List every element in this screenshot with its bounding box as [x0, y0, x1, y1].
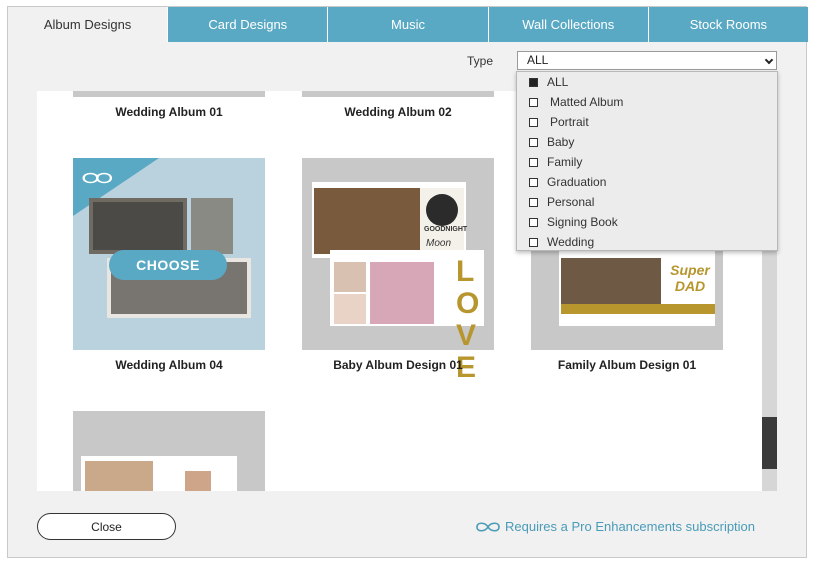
- tab-stock-rooms[interactable]: Stock Rooms: [647, 7, 809, 42]
- option-label: Matted Album: [550, 95, 624, 109]
- checkbox-checked-icon: [529, 77, 538, 87]
- option-label: Baby: [547, 135, 575, 149]
- design-dialog: Album Designs Card Designs Music Wall Co…: [7, 6, 809, 558]
- card-title: Baby Album Design 01: [333, 358, 463, 372]
- type-filter-label: Type: [467, 54, 494, 68]
- checkbox-icon: [529, 97, 538, 107]
- infinity-icon: [82, 172, 113, 184]
- option-wedding[interactable]: Wedding: [517, 232, 777, 252]
- option-label: Graduation: [547, 175, 607, 189]
- option-label: ALL: [547, 75, 569, 89]
- option-portrait[interactable]: Portrait: [517, 112, 777, 132]
- option-graduation[interactable]: Graduation: [517, 172, 777, 192]
- tab-music[interactable]: Music: [327, 7, 488, 42]
- baby-album-thumbnail[interactable]: GOODNIGHT Moon LOVE: [302, 158, 494, 384]
- chevron-down-icon: [764, 55, 774, 65]
- checkbox-icon: [529, 197, 538, 207]
- option-all[interactable]: ALL: [517, 72, 777, 92]
- option-family[interactable]: Family: [517, 152, 777, 172]
- infinity-icon: [476, 521, 500, 532]
- wedding-album-04-thumbnail[interactable]: CHOOSE: [73, 158, 265, 350]
- option-label: Portrait: [550, 115, 589, 129]
- card-thumbnail[interactable]: [73, 91, 265, 97]
- pro-subscription-note[interactable]: Requires a Pro Enhancements subscription: [475, 519, 755, 534]
- option-signing-book[interactable]: Signing Book: [517, 212, 777, 232]
- tab-bar: Album Designs Card Designs Music Wall Co…: [8, 7, 809, 42]
- close-button[interactable]: Close: [37, 513, 176, 540]
- option-personal[interactable]: Personal: [517, 192, 777, 212]
- tab-album-designs[interactable]: Album Designs: [8, 7, 168, 42]
- checkbox-icon: [529, 217, 538, 227]
- card-title: Wedding Album 01: [115, 105, 223, 119]
- tab-card-designs[interactable]: Card Designs: [167, 7, 328, 42]
- checkbox-icon: [529, 137, 538, 147]
- option-label: Family: [547, 155, 583, 169]
- card-thumbnail[interactable]: [302, 91, 494, 97]
- checkbox-icon: [529, 157, 538, 167]
- choose-button[interactable]: CHOOSE: [109, 250, 227, 280]
- goodnight-text: GOODNIGHT: [424, 226, 468, 233]
- card-thumbnail[interactable]: [73, 411, 265, 491]
- card-title: Wedding Album 02: [344, 105, 452, 119]
- option-baby[interactable]: Baby: [517, 132, 777, 152]
- scrollbar-thumb[interactable]: [762, 417, 777, 469]
- type-select-value: ALL: [527, 53, 549, 67]
- card-title: Wedding Album 04: [115, 358, 223, 372]
- tab-wall-collections[interactable]: Wall Collections: [487, 7, 648, 42]
- checkbox-icon: [529, 117, 538, 127]
- pro-subscription-text: Requires a Pro Enhancements subscription: [505, 519, 756, 534]
- option-matted-album[interactable]: Matted Album: [517, 92, 777, 112]
- checkbox-icon: [529, 237, 538, 247]
- option-label: Wedding: [547, 235, 595, 249]
- checkbox-icon: [529, 177, 538, 187]
- type-dropdown-list: ALL Matted Album Portrait Baby Family Gr…: [516, 71, 778, 251]
- super-dad-text: Super DAD: [670, 262, 710, 294]
- type-select[interactable]: ALL: [517, 51, 777, 70]
- window: Album Designs Card Designs Music Wall Co…: [0, 0, 814, 563]
- card-title: Family Album Design 01: [557, 358, 697, 372]
- moon-text: Moon: [426, 238, 452, 249]
- option-label: Personal: [547, 195, 595, 209]
- option-label: Signing Book: [547, 215, 618, 229]
